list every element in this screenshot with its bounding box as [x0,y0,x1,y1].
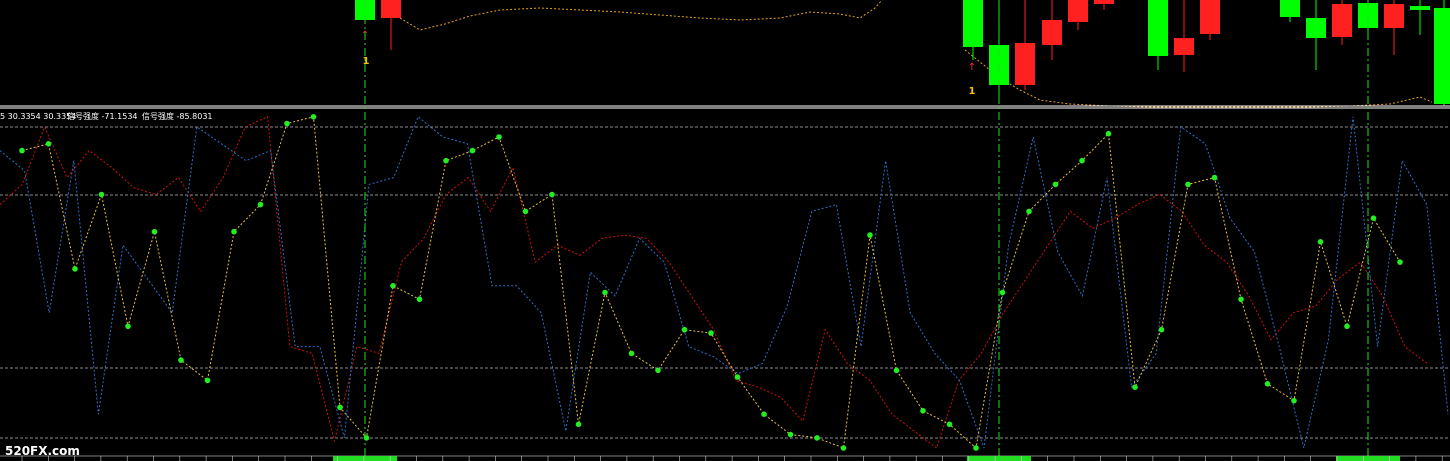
signal-dot [734,374,741,380]
signal-dot [469,147,476,154]
signal-number: 1 [363,56,370,67]
signal-strength-label: 信号强度 -71.1534 [67,111,138,121]
bear-candle [1042,20,1062,45]
bear-candle [1384,4,1404,28]
signal-dot [867,232,873,238]
signal-number: 1 [969,86,976,97]
bull-candle [963,0,983,47]
signal-dot [999,289,1006,296]
signal-dot [920,408,926,414]
signal-dot [1079,157,1085,164]
signal-dot [602,289,608,296]
time-axis-highlight [1336,456,1400,461]
signal-dot [787,431,794,438]
signal-dot [19,147,25,154]
signal-dot [151,228,158,235]
bear-candle [1094,0,1114,4]
bull-candle [1410,6,1430,10]
bear-candle [1068,0,1088,22]
indicator-values: 5 30.3354 30.3354 [0,112,76,121]
signal-dot [522,208,529,215]
signal-dot [1211,174,1218,181]
signal-dot [946,421,953,428]
signal-dot [178,357,184,363]
watermark: 520FX.com [5,444,80,458]
signal-dot [1264,381,1271,387]
signal-dot [231,228,237,235]
signal-dot [893,367,900,374]
signal-dot [204,377,211,384]
signal-dot [1132,384,1138,391]
signal-dot [814,435,820,441]
bull-candle [1434,8,1450,104]
signal-dot [1291,397,1297,404]
signal-dot [284,120,290,127]
signal-dot [628,350,635,357]
bull-candle [1148,0,1168,56]
signal-dot [575,421,582,428]
bear-candle [381,0,401,18]
signal-dot [681,326,688,333]
signal-dot [1397,259,1403,265]
signal-dot [45,141,52,147]
signal-dot [72,266,78,272]
bear-candle [1015,43,1035,85]
signal-dot [708,330,714,336]
signal-dot [1105,130,1112,137]
signal-dot [840,445,847,451]
signal-dot [125,323,131,330]
signal-dot [1052,181,1059,188]
bull-candle [1306,18,1326,38]
signal-dot [973,445,979,451]
signal-dot [390,283,396,289]
chart-background [0,0,1450,461]
signal-dot [1238,296,1244,303]
signal-dot [257,201,264,208]
signal-dot [1317,239,1324,245]
trading-chart[interactable]: ↑ 1 ↑ 1 5 30.3354 30.3354 信号强度 -71.1534 … [0,0,1450,461]
signal-dot [1344,323,1350,330]
buy-arrow-icon: ↑ [968,62,976,73]
signal-dot [337,404,343,411]
bull-candle [1280,0,1300,17]
signal-dot [496,134,502,140]
time-axis-highlight [333,456,397,461]
signal-dot [655,367,661,374]
signal-dot [761,411,767,418]
bear-candle [1200,0,1220,34]
signal-dot [1158,326,1165,333]
signal-strength-label: 信号强度 -85.8031 [142,111,213,121]
signal-dot [1185,181,1191,188]
signal-dot [1370,215,1377,221]
signal-dot [1026,208,1032,215]
signal-dot [443,157,449,164]
bear-candle [1332,4,1352,37]
signal-dot [310,114,317,120]
signal-dot [416,296,423,303]
bear-candle [1174,38,1194,55]
signal-dot [549,191,555,198]
signal-dot [98,191,105,198]
